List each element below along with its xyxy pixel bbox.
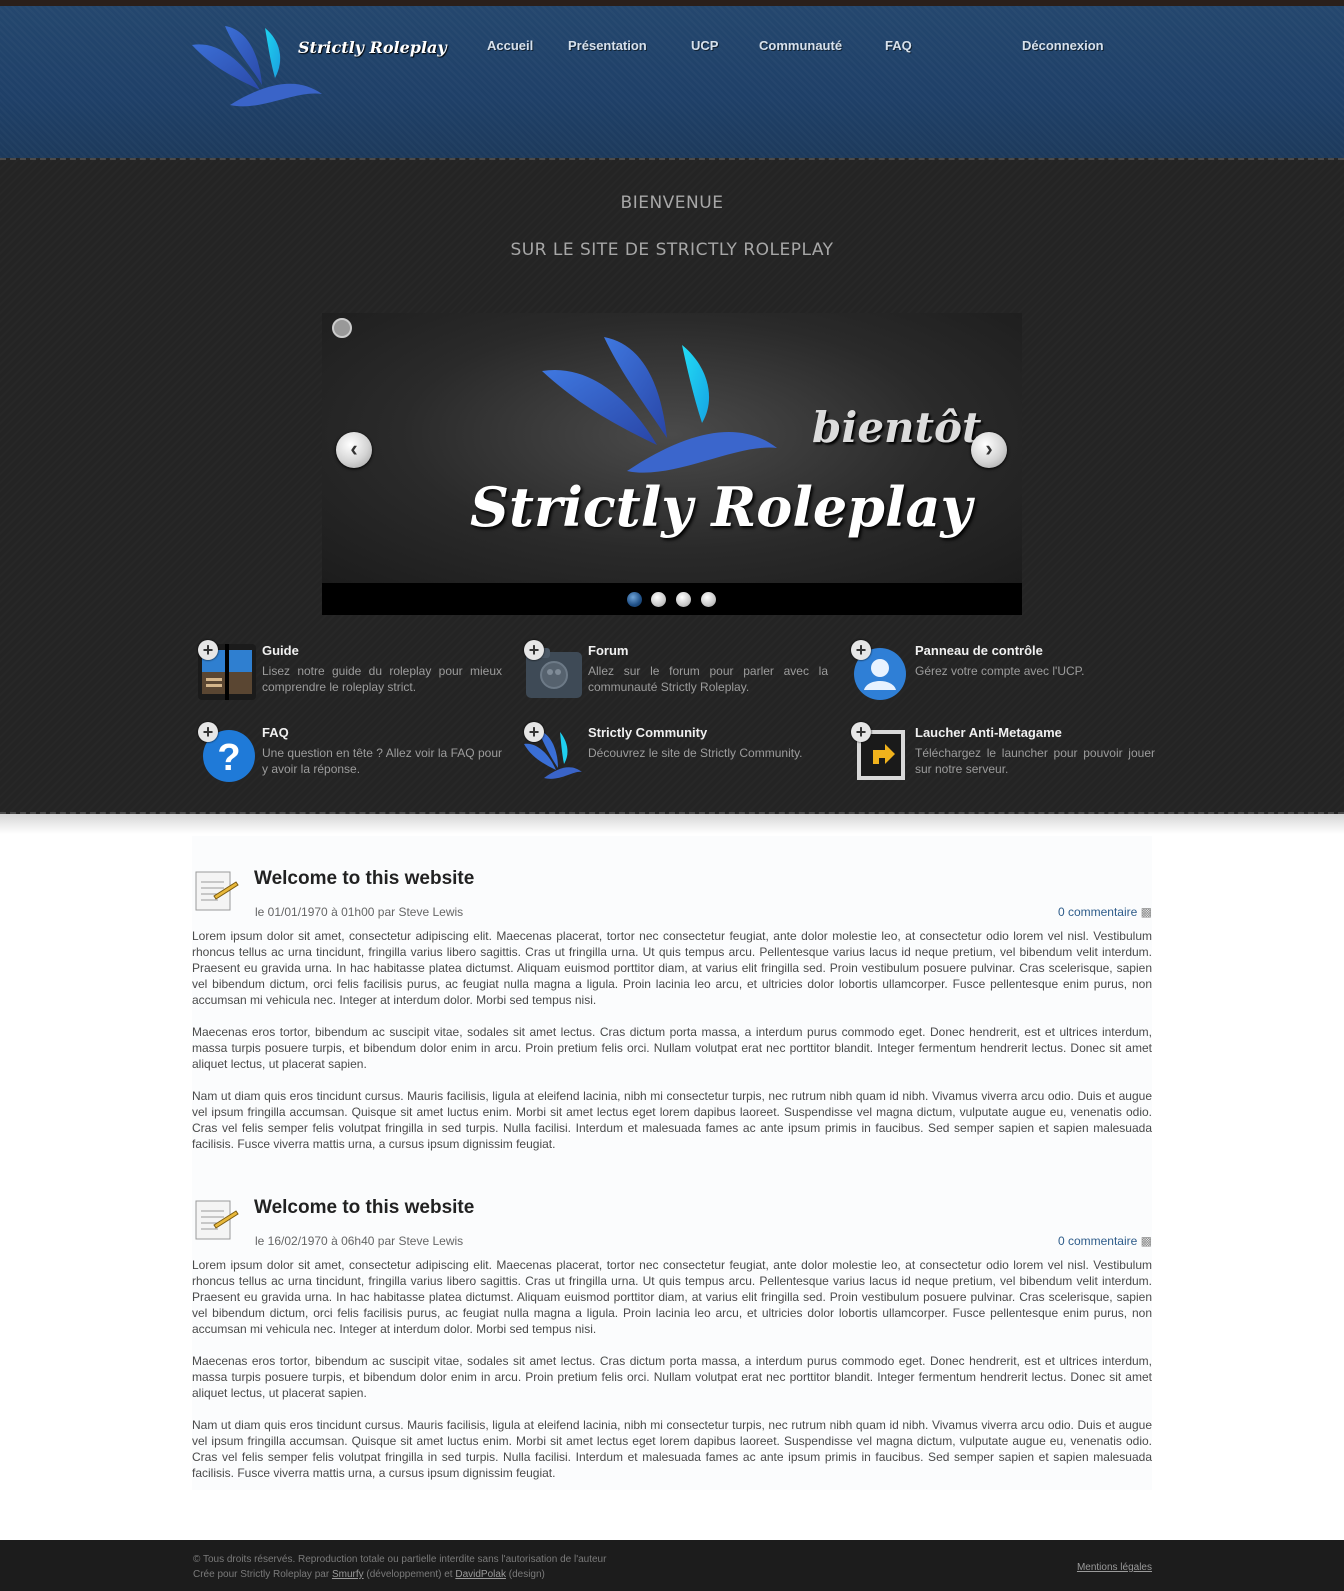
footer-credits: Crée pour Strictly Roleplay par Smurfy (… <box>193 1569 545 1580</box>
feature-title: Guide <box>262 643 299 658</box>
comments-count: 0 commentaire <box>1057 1234 1138 1248</box>
image-slider[interactable]: bientôt Strictly Roleplay <box>322 313 1022 583</box>
article-meta: le 01/01/1970 à 01h00 par Steve Lewis <box>255 905 464 919</box>
feature-title: Panneau de contrôle <box>915 643 1043 658</box>
hero-section: BIENVENUE SUR LE SITE DE STRICTLY ROLEPL… <box>0 158 1344 814</box>
svg-text:?: ? <box>217 737 240 779</box>
slider-next-button[interactable]: › <box>971 432 1007 468</box>
feature-faq[interactable]: ? + FAQ Une question en tête ? Allez voi… <box>194 720 504 790</box>
slider-dot-3[interactable] <box>676 592 691 607</box>
slider-dot-4[interactable] <box>701 592 716 607</box>
notepad-pencil-icon <box>195 1200 239 1240</box>
article-body: Lorem ipsum dolor sit amet, consectetur … <box>192 928 1152 1168</box>
comment-bubbles-icon: ▩ <box>1140 1234 1152 1248</box>
logout-link[interactable]: Déconnexion <box>1022 38 1104 53</box>
feature-desc: Lisez notre guide du roleplay pour mieux… <box>262 664 502 694</box>
slider-prev-button[interactable]: ‹ <box>336 432 372 468</box>
expand-plus-icon: + <box>851 722 871 742</box>
nav-ucp[interactable]: UCP <box>691 38 718 53</box>
developer-link[interactable]: Smurfy <box>332 1569 364 1580</box>
footer-rights: © Tous droits réservés. Reproduction tot… <box>193 1554 607 1565</box>
feature-strictly-community[interactable]: + Strictly Community Découvrez le site d… <box>520 720 830 790</box>
slider-pause-button[interactable] <box>332 318 352 338</box>
feature-forum[interactable]: + Forum Allez sur le forum pour parler a… <box>520 638 830 708</box>
site-header: Strictly Roleplay Accueil Présentation U… <box>0 6 1344 158</box>
feature-control-panel[interactable]: + Panneau de contrôle Gérez votre compte… <box>847 638 1157 708</box>
news-content: Welcome to this website le 01/01/1970 à … <box>192 836 1152 1490</box>
article-paragraph: Lorem ipsum dolor sit amet, consectetur … <box>192 1258 1152 1336</box>
article-paragraph: Nam ut diam quis eros tincidunt cursus. … <box>192 1418 1152 1480</box>
slider-pagination <box>322 583 1022 615</box>
expand-plus-icon: + <box>198 722 218 742</box>
feature-title: Laucher Anti-Metagame <box>915 725 1062 740</box>
site-logo[interactable]: Strictly Roleplay <box>190 20 447 120</box>
welcome-heading: BIENVENUE <box>620 193 724 213</box>
slide-badge-text: bientôt <box>812 403 982 452</box>
feature-desc: Une question en tête ? Allez voir la FAQ… <box>262 746 502 776</box>
slider-dot-1[interactable] <box>627 592 642 607</box>
expand-plus-icon: + <box>524 722 544 742</box>
feature-desc: Téléchargez le launcher pour pouvoir jou… <box>915 746 1155 776</box>
nav-communaute[interactable]: Communauté <box>759 38 842 53</box>
slider-dot-2[interactable] <box>651 592 666 607</box>
logo-text: Strictly Roleplay <box>298 38 447 57</box>
site-footer: © Tous droits réservés. Reproduction tot… <box>0 1540 1344 1591</box>
article-paragraph: Lorem ipsum dolor sit amet, consectetur … <box>192 929 1152 1007</box>
comments-count: 0 commentaire <box>1057 905 1138 919</box>
article-comments-link[interactable]: 0 commentaire ▩ <box>1058 905 1152 919</box>
article-title[interactable]: Welcome to this website <box>254 1197 474 1219</box>
article-body: Lorem ipsum dolor sit amet, consectetur … <box>192 1257 1152 1497</box>
article-title[interactable]: Welcome to this website <box>254 868 474 890</box>
designer-role: (design) <box>508 1569 545 1580</box>
nav-presentation[interactable]: Présentation <box>568 38 647 53</box>
credit-prefix: Crée pour Strictly Roleplay par <box>193 1569 330 1580</box>
developer-role: (développement) et <box>366 1569 453 1580</box>
logo-feather-icon <box>192 26 322 107</box>
article-comments-link[interactable]: 0 commentaire ▩ <box>1058 1234 1152 1248</box>
designer-link[interactable]: DavidPolak <box>455 1569 506 1580</box>
feature-guide[interactable]: + Guide Lisez notre guide du roleplay po… <box>194 638 504 708</box>
feature-desc: Gérez votre compte avec l'UCP. <box>915 664 1085 678</box>
feature-title: Strictly Community <box>588 725 708 740</box>
expand-plus-icon: + <box>851 640 871 660</box>
legal-notice-link[interactable]: Mentions légales <box>1077 1562 1152 1573</box>
feature-desc: Découvrez le site de Strictly Community. <box>588 746 803 760</box>
notepad-pencil-icon <box>195 871 239 911</box>
nav-accueil[interactable]: Accueil <box>487 38 533 53</box>
expand-plus-icon: + <box>198 640 218 660</box>
article-meta: le 16/02/1970 à 06h40 par Steve Lewis <box>255 1234 464 1248</box>
feature-title: Forum <box>588 643 629 658</box>
feature-title: FAQ <box>262 725 289 740</box>
feature-launcher[interactable]: + Laucher Anti-Metagame Téléchargez le l… <box>847 720 1157 790</box>
comment-bubbles-icon: ▩ <box>1140 905 1152 919</box>
feature-desc: Allez sur le forum pour parler avec la c… <box>588 664 828 694</box>
welcome-subheading: SUR LE SITE DE STRICTLY ROLEPLAY <box>510 240 834 260</box>
article-paragraph: Maecenas eros tortor, bibendum ac suscip… <box>192 1025 1152 1071</box>
article-paragraph: Maecenas eros tortor, bibendum ac suscip… <box>192 1354 1152 1400</box>
section-shadow <box>0 814 1344 834</box>
article-paragraph: Nam ut diam quis eros tincidunt cursus. … <box>192 1089 1152 1151</box>
nav-faq[interactable]: FAQ <box>885 38 912 53</box>
expand-plus-icon: + <box>524 640 544 660</box>
slide-title: Strictly Roleplay <box>470 475 972 539</box>
